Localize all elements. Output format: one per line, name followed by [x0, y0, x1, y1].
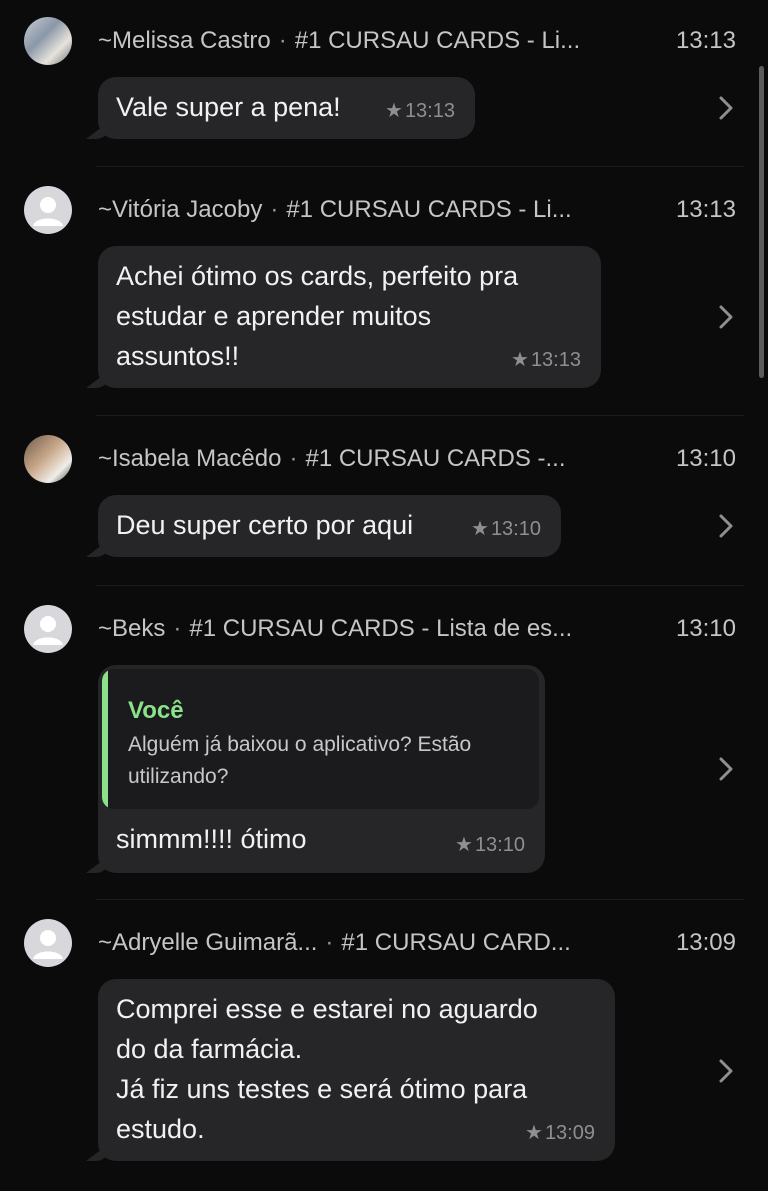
message-text: simmm!!!! ótimo: [116, 824, 307, 854]
avatar[interactable]: [24, 435, 72, 483]
meta-time: 13:10: [490, 518, 541, 540]
avatar[interactable]: [24, 17, 72, 65]
chevron-right-icon[interactable]: [718, 304, 734, 330]
person-placeholder-icon: [33, 616, 63, 645]
star-icon: ★: [525, 1122, 543, 1144]
chevron-right-icon[interactable]: [718, 95, 734, 121]
message-time: 13:13: [675, 27, 736, 54]
separator-dot: ·: [173, 615, 182, 642]
message-header: ~Beks · #1 CURSAU CARDS - Lista de es...…: [98, 614, 744, 644]
starred-messages-screen: ~Melissa Castro · #1 CURSAU CARDS - Li..…: [0, 0, 768, 1191]
message-bubble[interactable]: Vale super a pena! ★ 13:13: [98, 77, 475, 139]
separator-dot: ·: [278, 27, 287, 54]
message-meta: ★ 13:10: [471, 509, 541, 549]
message-header: ~Melissa Castro · #1 CURSAU CARDS - Li..…: [98, 26, 744, 56]
divider: [96, 585, 744, 586]
divider: [96, 899, 744, 900]
group-name: #1 CURSAU CARDS - Lista de es...: [189, 615, 573, 642]
message-bubble[interactable]: Comprei esse e estarei no aguardo do da …: [98, 979, 615, 1161]
person-placeholder-icon: [33, 197, 63, 226]
meta-time: 13:10: [474, 834, 525, 856]
star-icon: ★: [455, 834, 473, 856]
message-text: Comprei esse e estarei no aguardo do da …: [116, 994, 538, 1144]
message-time: 13:10: [675, 615, 736, 642]
sender-name: ~Beks: [98, 615, 166, 642]
quoted-message[interactable]: Você Alguém já baixou o aplicativo? Estã…: [102, 669, 539, 809]
message-meta: ★ 13:13: [385, 91, 455, 131]
divider: [96, 415, 744, 416]
sender-name: ~Isabela Macêdo: [98, 445, 282, 472]
sender-name: ~Melissa Castro: [98, 27, 271, 54]
star-icon: ★: [385, 100, 403, 122]
star-icon: ★: [511, 349, 529, 371]
message-meta: ★ 13:13: [511, 340, 581, 380]
sender-name: ~Adryelle Guimarã...: [98, 929, 318, 956]
quoted-text: Alguém já baixou o aplicativo? Estão uti…: [128, 733, 472, 788]
meta-time: 13:09: [544, 1122, 595, 1144]
message-header: ~Vitória Jacoby · #1 CURSAU CARDS - Li..…: [98, 195, 744, 225]
message-text: Achei ótimo os cards, perfeito pra estud…: [116, 261, 519, 371]
message-text: Deu super certo por aqui: [116, 510, 414, 540]
message-bubble[interactable]: Achei ótimo os cards, perfeito pra estud…: [98, 246, 601, 388]
chevron-right-icon[interactable]: [718, 513, 734, 539]
message-time: 13:10: [675, 445, 736, 472]
avatar[interactable]: [24, 919, 72, 967]
star-icon: ★: [471, 518, 489, 540]
message-header: ~Adryelle Guimarã... · #1 CURSAU CARD...…: [98, 928, 744, 958]
separator-dot: ·: [289, 445, 298, 472]
message-meta: ★ 13:10: [455, 825, 525, 865]
message-meta: ★ 13:09: [525, 1113, 595, 1153]
avatar[interactable]: [24, 186, 72, 234]
avatar[interactable]: [24, 605, 72, 653]
divider: [96, 166, 744, 167]
message-header: ~Isabela Macêdo · #1 CURSAU CARDS -... 1…: [98, 444, 744, 474]
message-text: Vale super a pena!: [116, 92, 341, 122]
chevron-right-icon[interactable]: [718, 756, 734, 782]
scrollbar[interactable]: [759, 66, 764, 378]
chevron-right-icon[interactable]: [718, 1058, 734, 1084]
quote-accent-bar: [102, 669, 108, 809]
separator-dot: ·: [325, 929, 334, 956]
message-bubble[interactable]: Deu super certo por aqui ★ 13:10: [98, 495, 561, 557]
message-time: 13:13: [675, 196, 736, 223]
person-placeholder-icon: [33, 930, 63, 959]
quoted-sender: Você: [128, 697, 184, 724]
separator-dot: ·: [270, 196, 279, 223]
sender-name: ~Vitória Jacoby: [98, 196, 263, 223]
message-bubble[interactable]: Você Alguém já baixou o aplicativo? Estã…: [98, 665, 545, 873]
meta-time: 13:13: [404, 100, 455, 122]
meta-time: 13:13: [530, 349, 581, 371]
message-time: 13:09: [675, 929, 736, 956]
